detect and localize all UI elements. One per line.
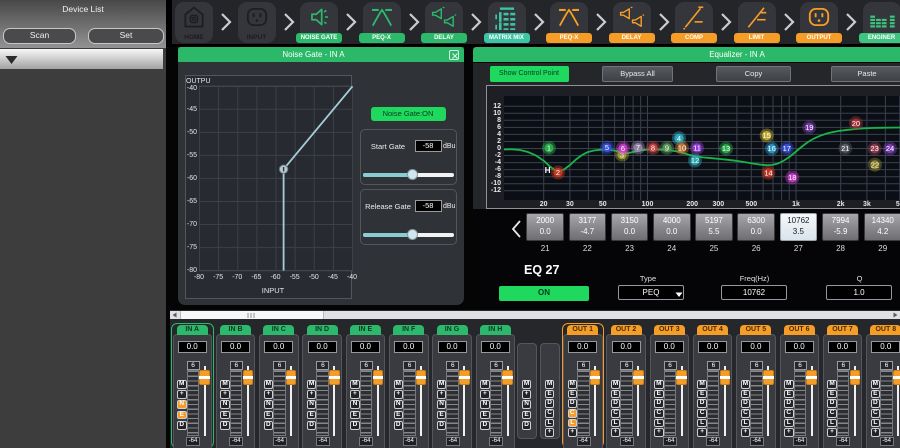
svg-text:20: 20 xyxy=(852,119,860,128)
svg-text:11: 11 xyxy=(693,144,701,153)
svg-text:21: 21 xyxy=(841,144,849,153)
svg-text:2: 2 xyxy=(556,168,560,177)
svg-text:12: 12 xyxy=(691,156,699,165)
svg-text:10: 10 xyxy=(678,144,686,153)
svg-text:17: 17 xyxy=(783,144,791,153)
svg-text:22: 22 xyxy=(871,160,879,169)
svg-text:H: H xyxy=(545,166,551,175)
svg-text:13: 13 xyxy=(722,144,730,153)
svg-text:5: 5 xyxy=(605,143,609,152)
svg-text:24: 24 xyxy=(886,144,894,153)
svg-text:1: 1 xyxy=(547,144,551,153)
svg-text:8: 8 xyxy=(651,144,655,153)
svg-text:14: 14 xyxy=(764,168,772,177)
svg-text:6: 6 xyxy=(621,144,625,153)
svg-text:18: 18 xyxy=(788,173,796,182)
svg-text:19: 19 xyxy=(805,123,813,132)
svg-text:23: 23 xyxy=(870,144,878,153)
svg-text:7: 7 xyxy=(636,143,640,152)
svg-text:15: 15 xyxy=(763,131,771,140)
svg-text:16: 16 xyxy=(768,144,776,153)
svg-text:9: 9 xyxy=(665,144,669,153)
